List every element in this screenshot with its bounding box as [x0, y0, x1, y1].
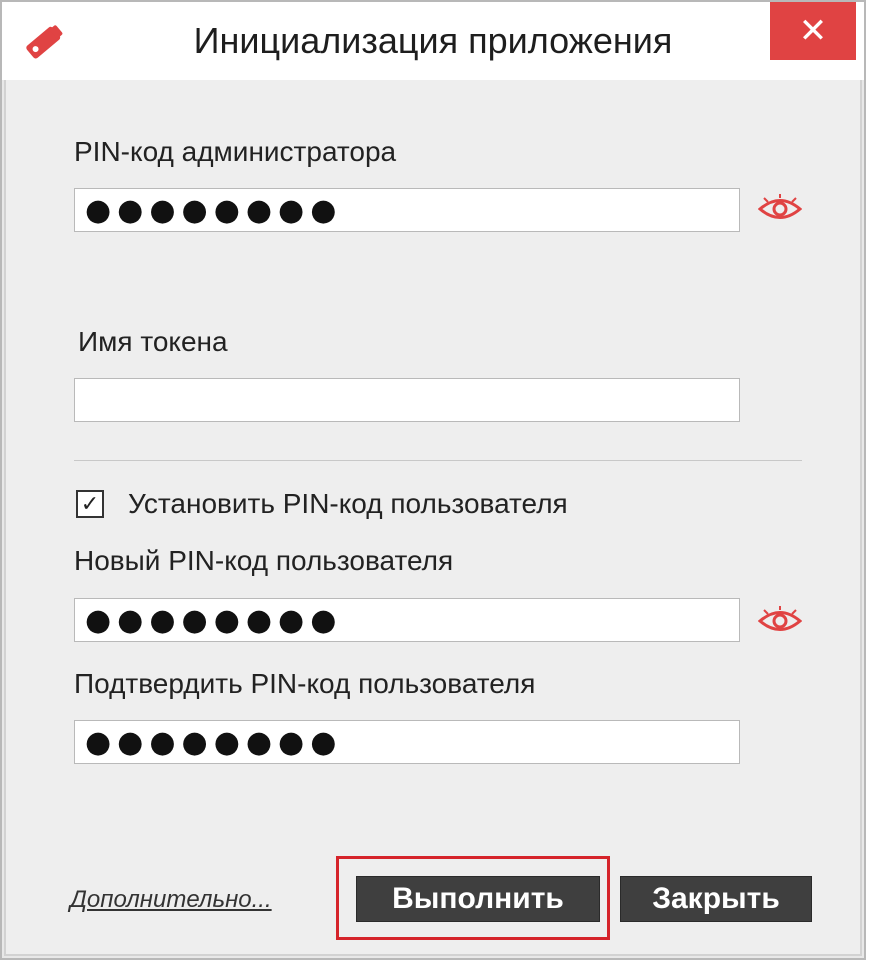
- dialog-content: PIN-код администратора ●●●●●●●● Имя токе…: [4, 80, 862, 956]
- close-button[interactable]: Закрыть: [620, 876, 812, 922]
- set-user-pin-label: Установить PIN-код пользователя: [128, 488, 568, 519]
- title-bar: Инициализация приложения ✕: [2, 2, 864, 80]
- new-user-pin-label: Новый PIN-код пользователя: [74, 545, 454, 576]
- token-name-label: Имя токена: [78, 326, 228, 357]
- set-user-pin-checkbox[interactable]: ✓: [76, 490, 104, 518]
- execute-button[interactable]: Выполнить: [356, 876, 600, 922]
- new-user-pin-field[interactable]: ●●●●●●●●: [74, 598, 740, 642]
- more-options-link[interactable]: Дополнительно...: [70, 886, 272, 914]
- close-window-button[interactable]: ✕: [770, 2, 856, 60]
- eye-icon[interactable]: [758, 606, 802, 636]
- admin-pin-field[interactable]: ●●●●●●●●: [74, 188, 740, 232]
- close-icon: ✕: [798, 12, 828, 50]
- eye-icon[interactable]: [758, 194, 802, 224]
- checkmark-icon: ✓: [80, 491, 100, 516]
- dialog-window: Инициализация приложения ✕ PIN-код админ…: [0, 0, 866, 960]
- admin-pin-label: PIN-код администратора: [74, 136, 397, 167]
- confirm-user-pin-label: Подтвердить PIN-код пользователя: [74, 668, 536, 699]
- section-divider: [74, 460, 802, 461]
- token-name-field[interactable]: [74, 378, 740, 422]
- window-title: Инициализация приложения: [193, 20, 673, 61]
- confirm-user-pin-field[interactable]: ●●●●●●●●: [74, 720, 740, 764]
